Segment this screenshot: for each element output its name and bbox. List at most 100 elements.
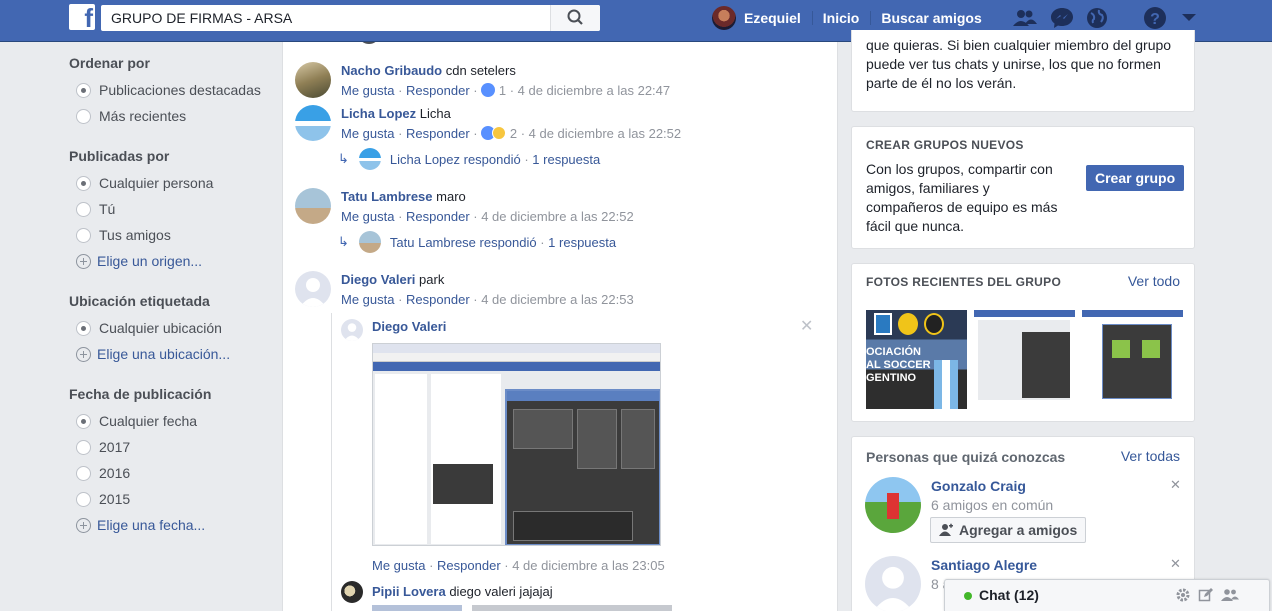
- facebook-logo-icon[interactable]: f: [69, 4, 95, 30]
- comment-time[interactable]: 4 de diciembre a las 23:05: [512, 558, 664, 573]
- comment-time[interactable]: 4 de diciembre a las 22:52: [481, 209, 633, 224]
- nav-find-friends-link[interactable]: Buscar amigos: [870, 5, 992, 31]
- see-all-people-link[interactable]: Ver todas: [1121, 448, 1180, 464]
- radio-option[interactable]: Cualquier fecha: [69, 408, 269, 434]
- radio-selected-icon[interactable]: [76, 175, 91, 191]
- radio-icon[interactable]: [76, 491, 91, 507]
- radio-option[interactable]: Tú: [69, 196, 269, 222]
- view-replies-link[interactable]: ↳ Tatu Lambrese respondió · 1 respuesta: [338, 231, 616, 253]
- radio-option[interactable]: Publicaciones destacadas: [69, 77, 269, 103]
- close-icon[interactable]: ✕: [800, 316, 813, 336]
- radio-option[interactable]: 2017: [69, 434, 269, 460]
- reply-text: diego valeri jajajaj: [449, 584, 553, 599]
- radio-icon[interactable]: [76, 201, 91, 217]
- reaction-count[interactable]: 2: [510, 126, 517, 141]
- choose-date-link[interactable]: Elige una fecha...: [69, 512, 269, 538]
- default-avatar[interactable]: [865, 556, 921, 611]
- profile-avatar[interactable]: [712, 6, 736, 30]
- messenger-icon[interactable]: [1049, 6, 1075, 30]
- avatar[interactable]: [295, 62, 331, 98]
- gear-icon[interactable]: [1175, 587, 1191, 603]
- search-box[interactable]: GRUPO DE FIRMAS - ARSA: [101, 5, 600, 31]
- avatar[interactable]: [295, 105, 331, 141]
- photo-thumbnail[interactable]: [974, 310, 1075, 409]
- radio-label: Cualquier ubicación: [99, 320, 222, 336]
- radio-icon[interactable]: [76, 439, 91, 455]
- add-friend-button[interactable]: Agregar a amigos: [930, 517, 1087, 543]
- radio-option[interactable]: Tus amigos: [69, 222, 269, 248]
- like-link[interactable]: Me gusta: [341, 126, 394, 141]
- filter-title: Ubicación etiquetada: [69, 293, 210, 309]
- comment-author[interactable]: Nacho Gribaudo: [341, 63, 442, 78]
- search-button[interactable]: [550, 5, 600, 31]
- like-link[interactable]: Me gusta: [372, 558, 425, 573]
- nav-profile-link[interactable]: Ezequiel: [744, 5, 812, 31]
- radio-option[interactable]: 2015: [69, 486, 269, 512]
- comment-text: maro: [436, 189, 466, 204]
- chat-label[interactable]: Chat (12): [979, 587, 1039, 603]
- view-replies-link[interactable]: ↳ Licha Lopez respondió · 1 respuesta: [338, 148, 600, 170]
- radio-option[interactable]: Cualquier persona: [69, 170, 269, 196]
- friend-requests-icon[interactable]: [1011, 6, 1037, 30]
- see-all-photos-link[interactable]: Ver todo: [1128, 273, 1180, 289]
- reply: Pipii Lovera diego valeri jajajaj: [372, 583, 553, 601]
- comment-time[interactable]: 4 de diciembre a las 22:53: [481, 292, 633, 307]
- default-avatar[interactable]: [341, 319, 363, 341]
- radio-option[interactable]: Cualquier ubicación: [69, 315, 269, 341]
- mutual-friends[interactable]: 6 amigos en común: [931, 497, 1053, 513]
- choose-location-link[interactable]: Elige una ubicación...: [69, 341, 269, 367]
- radio-option[interactable]: 2016: [69, 460, 269, 486]
- radio-selected-icon[interactable]: [76, 320, 91, 336]
- like-reaction-icon[interactable]: [481, 83, 496, 97]
- comment-author[interactable]: Diego Valeri: [341, 272, 415, 287]
- nav-home-link[interactable]: Inicio: [811, 5, 871, 31]
- radio-option[interactable]: Más recientes: [69, 103, 269, 129]
- chat-bar[interactable]: Chat (12): [944, 579, 1270, 611]
- radio-label: Publicaciones destacadas: [99, 82, 261, 98]
- radio-icon[interactable]: [76, 227, 91, 243]
- reply-link[interactable]: Responder: [437, 558, 501, 573]
- choose-source-link[interactable]: Elige un origen...: [69, 248, 269, 274]
- reaction-count[interactable]: 1: [499, 83, 506, 98]
- account-menu-chevron-icon[interactable]: [1176, 6, 1202, 30]
- person-name[interactable]: Santiago Alegre: [931, 557, 1037, 573]
- close-icon[interactable]: ✕: [1170, 477, 1181, 493]
- comment-author[interactable]: Licha Lopez: [341, 106, 416, 121]
- reply-link[interactable]: Responder: [406, 292, 470, 307]
- default-avatar[interactable]: [295, 271, 331, 307]
- avatar[interactable]: [295, 188, 331, 224]
- radio-icon[interactable]: [76, 465, 91, 481]
- help-icon[interactable]: ?: [1142, 6, 1168, 30]
- close-icon[interactable]: ✕: [1170, 556, 1181, 572]
- attached-screenshot-image[interactable]: [372, 343, 661, 546]
- comment-time[interactable]: 4 de diciembre a las 22:47: [518, 83, 670, 98]
- reply-author[interactable]: Diego Valeri: [372, 319, 446, 334]
- like-link[interactable]: Me gusta: [341, 209, 394, 224]
- like-link[interactable]: Me gusta: [341, 292, 394, 307]
- comment-author[interactable]: Tatu Lambrese: [341, 189, 433, 204]
- screenshot-address-bar: [373, 353, 660, 362]
- comment-time[interactable]: 4 de diciembre a las 22:52: [529, 126, 681, 141]
- search-input[interactable]: GRUPO DE FIRMAS - ARSA: [111, 10, 292, 26]
- radio-selected-icon[interactable]: [76, 82, 91, 98]
- radio-selected-icon[interactable]: [76, 413, 91, 429]
- radio-icon[interactable]: [76, 108, 91, 124]
- avatar[interactable]: [865, 477, 921, 533]
- compose-icon[interactable]: [1198, 587, 1214, 603]
- reply-link[interactable]: Responder: [406, 83, 470, 98]
- reply-link[interactable]: Responder: [406, 209, 470, 224]
- like-link[interactable]: Me gusta: [341, 83, 394, 98]
- group-chat-icon[interactable]: [1221, 587, 1239, 603]
- notifications-globe-icon[interactable]: [1084, 6, 1110, 30]
- photo-thumbnail[interactable]: OCIACIÓN AL SOCCER GENTINO: [866, 310, 967, 409]
- thumb-text-line: AL SOCCER: [866, 359, 931, 371]
- create-group-button[interactable]: Crear grupo: [1086, 165, 1185, 191]
- person-name[interactable]: Gonzalo Craig: [931, 478, 1026, 494]
- reply-author[interactable]: Pipii Lovera: [372, 584, 446, 599]
- photo-thumbnail[interactable]: [1082, 310, 1183, 409]
- haha-reaction-icon[interactable]: [492, 126, 507, 140]
- reply-link[interactable]: Responder: [406, 126, 470, 141]
- avatar[interactable]: [341, 581, 363, 603]
- card-text-line: Con los grupos, compartir con: [866, 161, 1053, 177]
- screenshot-browser-tabs: [373, 344, 660, 353]
